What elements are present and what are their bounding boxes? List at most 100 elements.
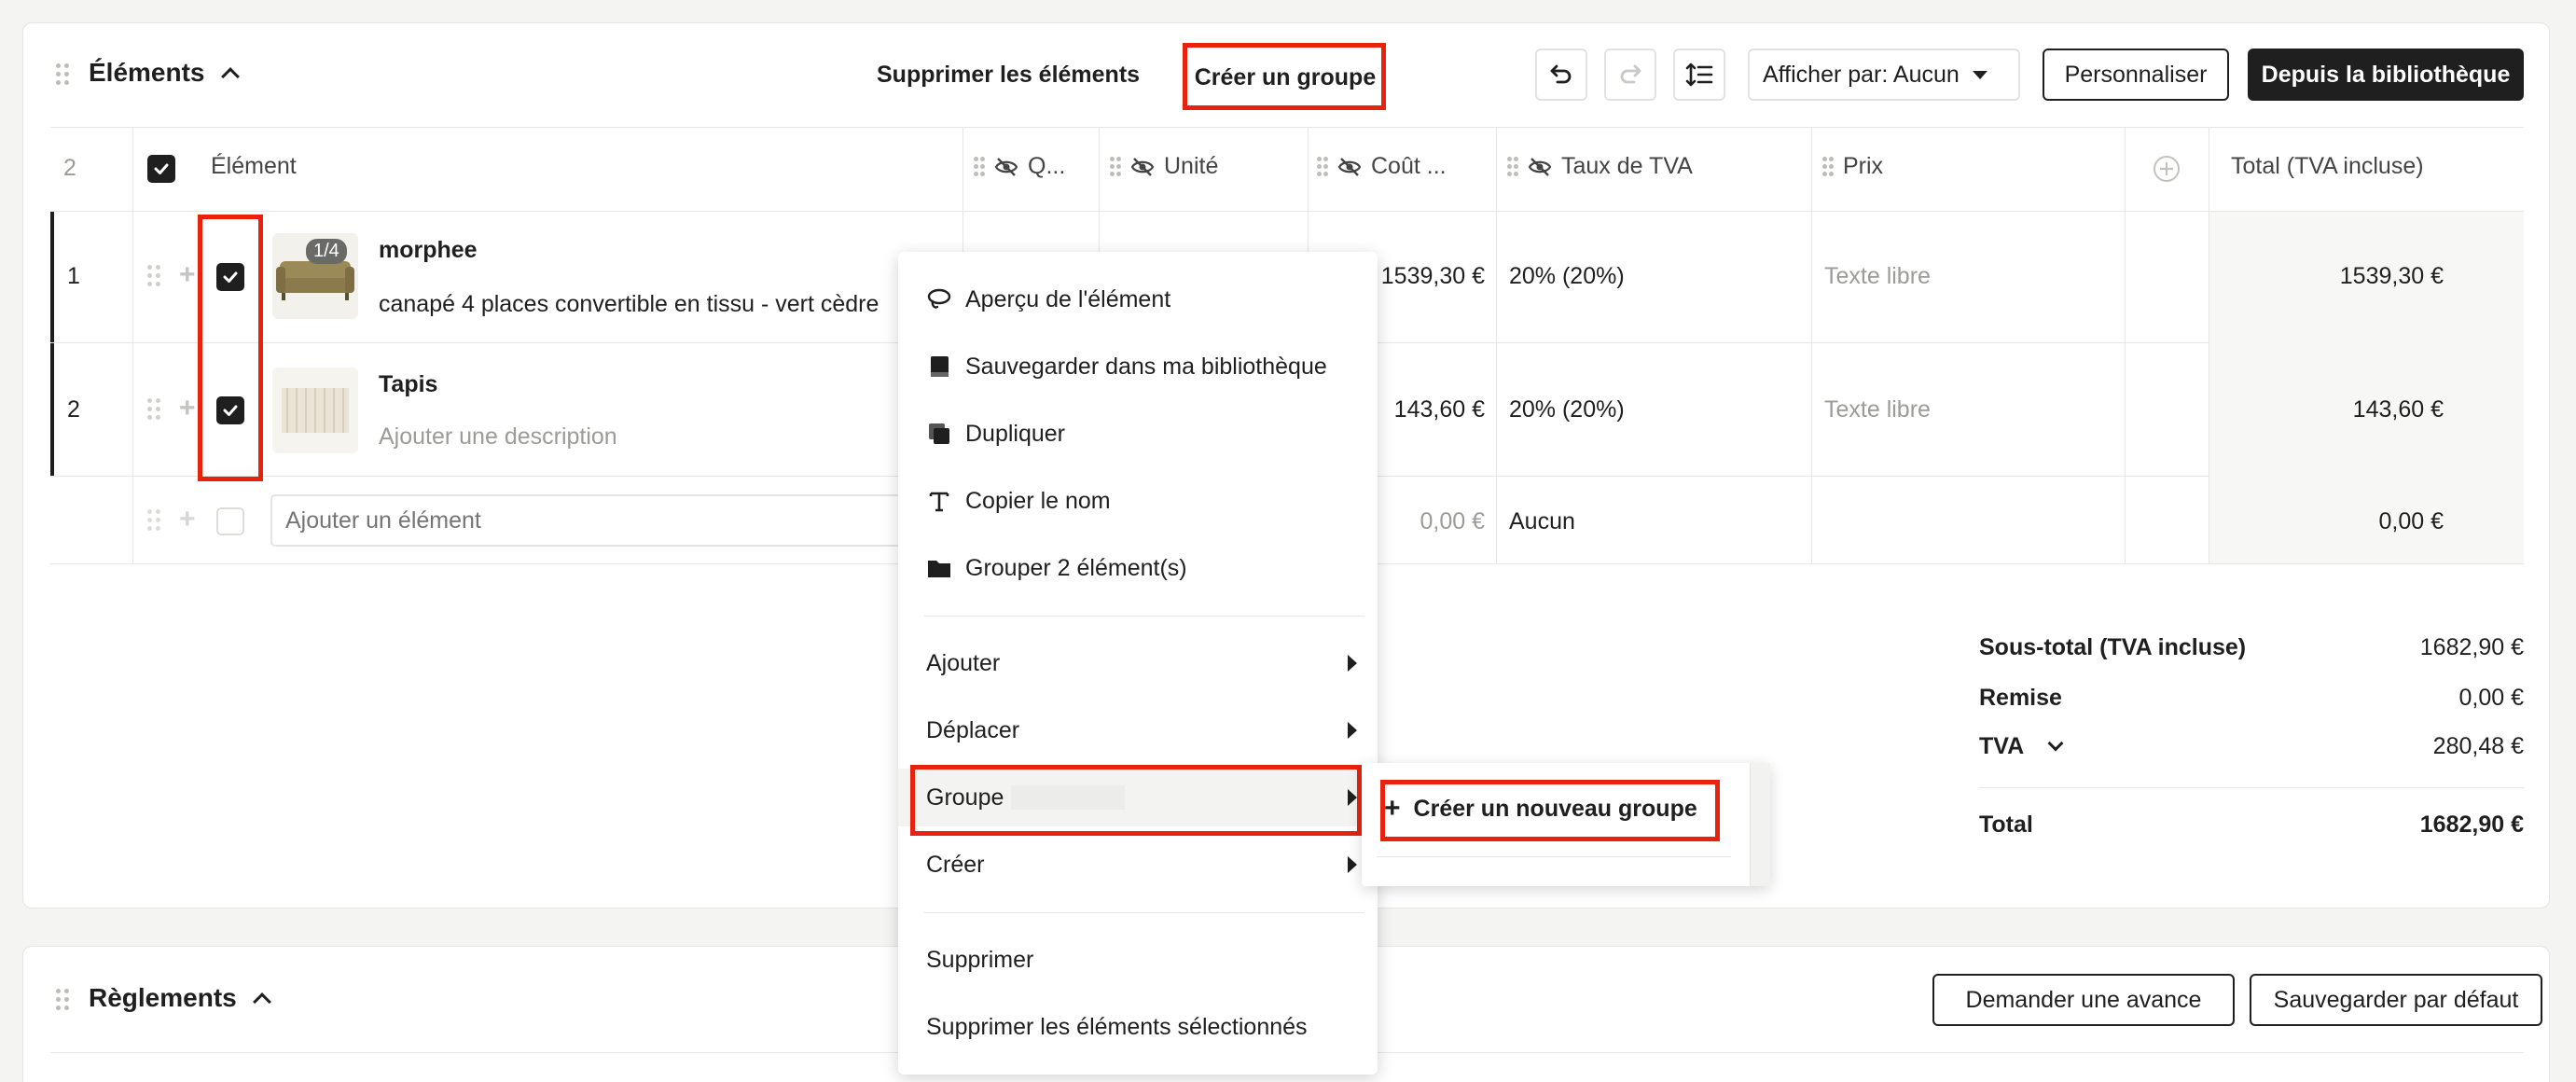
lasso-icon [926,286,952,312]
eye-off-icon[interactable] [1528,157,1552,177]
row-1-checkbox[interactable] [216,263,244,291]
menu-item-delete[interactable]: Supprimer [898,931,1378,989]
menu-item-copy-name[interactable]: Copier le nom [898,472,1378,530]
menu-item-group-items[interactable]: Grouper 2 élément(s) [898,539,1378,597]
row-1-product-image[interactable]: 1/4 [272,233,358,319]
menu-item-move-label: Déplacer [926,716,1020,743]
vat-toggle[interactable]: TVA [1979,733,2064,760]
menu-item-save-library-label: Sauvegarder dans ma bibliothèque [965,353,1327,380]
menu-item-preview[interactable]: Aperçu de l'élément [898,270,1378,328]
redo-button[interactable] [1604,49,1656,101]
totals-divider [1979,787,2524,788]
submenu-item-new-group[interactable]: + Créer un nouveau groupe [1384,785,1697,832]
row-1-description[interactable]: canapé 4 places convertible en tissu - v… [379,291,879,318]
line-height-button[interactable] [1673,49,1725,101]
new-row-total: 0,00 € [2378,508,2444,534]
row-2-total: 143,60 € [2352,396,2444,423]
menu-item-duplicate[interactable]: Dupliquer [898,405,1378,463]
menu-item-create[interactable]: Créer [898,836,1378,894]
submenu-arrow-icon [1348,722,1357,739]
header-quantity-label: Q... [1028,153,1066,179]
row-2-description[interactable]: Ajouter une description [379,423,617,451]
new-row-checkbox[interactable] [216,507,244,535]
eye-off-icon[interactable] [1130,157,1155,177]
menu-item-group-label: Groupe [926,784,1004,811]
header-cost[interactable]: Coût ... [1317,153,1447,180]
chevron-down-icon [2047,735,2064,751]
menu-separator [924,616,1364,617]
column-drag-icon[interactable] [1110,156,1121,177]
menu-item-preview-label: Aperçu de l'élément [965,285,1171,312]
from-library-button[interactable]: Depuis la bibliothèque [2248,49,2524,101]
eye-off-icon[interactable] [994,157,1018,177]
header-cost-label: Coût ... [1371,153,1447,179]
row-1-add-icon[interactable]: + [179,261,196,289]
menu-item-copy-name-label: Copier le nom [965,487,1111,514]
elements-section-title[interactable]: Éléments [89,58,240,88]
row-2-index: 2 [67,396,80,423]
add-element-input[interactable] [270,494,942,547]
header-price[interactable]: Prix [1822,153,1883,180]
col-divider [1811,127,1812,563]
eye-off-icon[interactable] [1337,157,1362,177]
add-column-button[interactable] [2153,155,2181,187]
header-element[interactable]: Élément [211,153,297,180]
reglements-title-text: Règlements [89,983,237,1012]
menu-item-save-library[interactable]: Sauvegarder dans ma bibliothèque [898,338,1378,395]
plus-icon: + [1384,793,1401,824]
save-default-button[interactable]: Sauvegarder par défaut [2250,974,2542,1026]
plus-circle-icon [2154,156,2180,182]
text-icon [926,488,952,514]
row-2-product-image[interactable] [272,368,358,453]
menu-item-duplicate-label: Dupliquer [965,420,1066,447]
column-drag-icon[interactable] [1822,156,1834,177]
header-quantity[interactable]: Q... [974,153,1065,180]
row-2-name[interactable]: Tapis [379,371,437,398]
column-drag-icon[interactable] [1507,156,1518,177]
row-2-drag-handle-icon[interactable] [147,398,160,421]
undo-button[interactable] [1535,49,1587,101]
row-1-price[interactable]: Texte libre [1824,263,1931,290]
reglements-drag-handle-icon[interactable] [56,989,69,1011]
row-1-name[interactable]: morphee [379,237,478,264]
display-by-label: Afficher par: Aucun [1763,61,1960,88]
row-2-checkbox[interactable] [216,396,244,424]
menu-item-add[interactable]: Ajouter [898,634,1378,692]
menu-item-delete-selected-label: Supprimer les éléments sélectionnés [926,1013,1308,1040]
row-2-selected-bar [50,343,54,476]
select-all-checkbox[interactable] [147,155,175,183]
request-advance-button[interactable]: Demander une avance [1932,974,2235,1026]
reglements-section-title[interactable]: Règlements [89,983,271,1013]
vat-value: 280,48 € [2432,733,2524,759]
menu-item-delete-selected[interactable]: Supprimer les éléments sélectionnés [898,998,1378,1056]
row-1-vat[interactable]: 20% (20%) [1509,263,1625,290]
row-1-drag-handle-icon[interactable] [147,265,160,287]
header-vat-rate[interactable]: Taux de TVA [1507,153,1693,180]
rug-image [282,388,349,433]
book-icon [926,354,952,380]
column-drag-icon[interactable] [1317,156,1328,177]
row-2-price[interactable]: Texte libre [1824,396,1931,423]
discount-value[interactable]: 0,00 € [2276,685,2524,712]
customize-button[interactable]: Personnaliser [2043,49,2229,101]
row-2-vat[interactable]: 20% (20%) [1509,396,1625,423]
new-row-vat[interactable]: Aucun [1509,508,1575,535]
menu-item-group[interactable]: Groupe [898,769,1378,826]
display-by-dropdown[interactable]: Afficher par: Aucun [1748,49,2020,101]
row-2-add-icon[interactable]: + [179,395,196,423]
collapse-chevron-up-icon[interactable] [252,992,271,1011]
column-drag-icon[interactable] [974,156,985,177]
menu-item-move[interactable]: Déplacer [898,701,1378,759]
redo-icon [1620,64,1641,84]
delete-elements-button[interactable]: Supprimer les éléments [877,54,1140,95]
collapse-chevron-up-icon[interactable] [220,67,240,86]
submenu-arrow-icon [1348,789,1357,806]
header-unit[interactable]: Unité [1110,153,1218,180]
row-1-image-badge: 1/4 [306,239,347,264]
create-group-button[interactable]: Créer un groupe [1184,47,1386,108]
check-icon [223,271,238,283]
header-total[interactable]: Total (TVA incluse) [2231,153,2424,180]
new-row-add-icon[interactable]: + [179,506,196,534]
elements-drag-handle-icon[interactable] [56,63,69,86]
submenu-scrollbar[interactable] [1750,763,1770,886]
